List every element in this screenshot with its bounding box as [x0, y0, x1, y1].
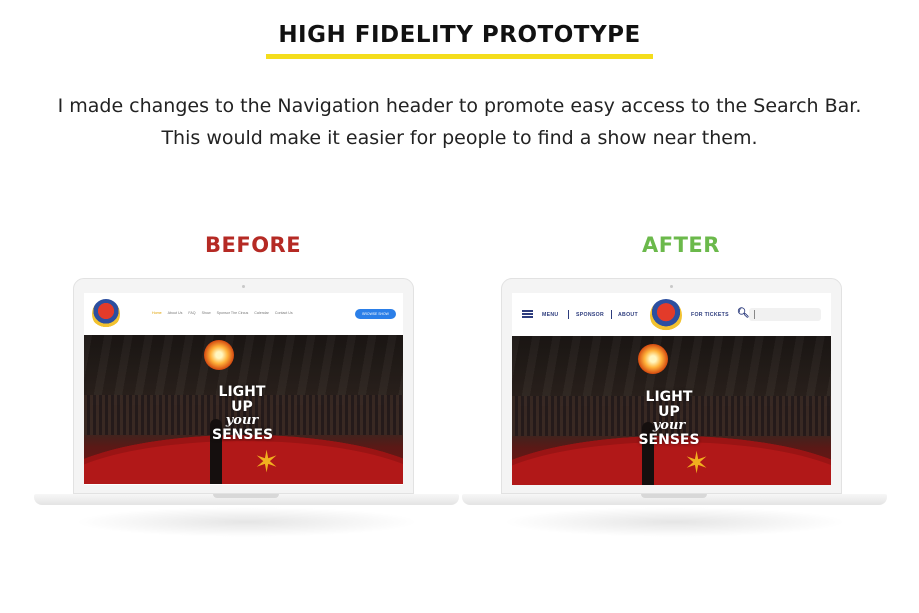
laptop-notch: [641, 494, 707, 498]
search-input[interactable]: [749, 308, 821, 321]
laptop-shadow: [74, 507, 419, 537]
circus-logo[interactable]: [650, 299, 682, 332]
hero-line-3: SENSES: [212, 427, 274, 444]
before-nav-links: Home About Us FAQ Show Sponsor The Circu…: [152, 311, 293, 315]
title-underline: [266, 54, 653, 59]
nav-for-tickets[interactable]: FOR TICKETS: [691, 312, 729, 318]
fire-torch: [204, 340, 234, 370]
circus-logo[interactable]: [92, 299, 120, 329]
nav-link-home[interactable]: Home: [152, 311, 162, 315]
nav-separator: [611, 310, 612, 319]
nav-menu[interactable]: MENU: [542, 312, 558, 318]
nav-link-calendar[interactable]: Calendar: [254, 311, 269, 315]
hero-line-3: SENSES: [638, 432, 700, 449]
nav-link-show[interactable]: Show: [202, 311, 211, 315]
nav-about[interactable]: ABOUT: [618, 312, 638, 318]
after-screen: MENU SPONSOR ABOUT FOR TICKETS 🔍︎ ✶ LIGH…: [512, 293, 831, 485]
nav-sponsor[interactable]: SPONSOR: [576, 312, 604, 318]
before-hero: ✶ LIGHT UP your SENSES: [84, 335, 403, 484]
after-hero: ✶ LIGHT UP your SENSES: [512, 336, 831, 485]
before-screen: Home About Us FAQ Show Sponsor The Circu…: [84, 293, 403, 485]
after-label: AFTER: [642, 233, 720, 257]
hero-tagline: LIGHT UP your SENSES: [638, 390, 700, 448]
description: I made changes to the Navigation header …: [57, 95, 862, 149]
ring-star: ✶: [684, 447, 710, 480]
laptop-lid: MENU SPONSOR ABOUT FOR TICKETS 🔍︎ ✶ LIGH…: [501, 278, 842, 494]
before-label: BEFORE: [205, 233, 302, 257]
hamburger-icon[interactable]: [522, 310, 533, 318]
laptop-lid: Home About Us FAQ Show Sponsor The Circu…: [73, 278, 414, 494]
hero-line-1: LIGHT UP: [645, 389, 693, 420]
ring-star: ✶: [254, 446, 280, 479]
after-navbar: MENU SPONSOR ABOUT FOR TICKETS 🔍︎: [512, 293, 831, 336]
before-navbar: Home About Us FAQ Show Sponsor The Circu…: [84, 293, 403, 335]
camera-dot: [670, 285, 673, 288]
before-laptop: Home About Us FAQ Show Sponsor The Circu…: [34, 278, 459, 540]
search-icon[interactable]: 🔍︎: [737, 308, 750, 319]
after-laptop: MENU SPONSOR ABOUT FOR TICKETS 🔍︎ ✶ LIGH…: [462, 278, 887, 540]
laptop-base: [462, 494, 887, 505]
nav-separator: [568, 310, 569, 319]
camera-dot: [242, 285, 245, 288]
text-cursor: [754, 310, 755, 319]
title-container: HIGH FIDELITY PROTOTYPE: [0, 22, 919, 48]
nav-link-about[interactable]: About Us: [168, 311, 183, 315]
nav-link-contact[interactable]: Contact Us: [275, 311, 293, 315]
nav-link-sponsor[interactable]: Sponsor The Circus: [217, 311, 249, 315]
hero-line-2: your: [652, 418, 686, 434]
laptop-notch: [213, 494, 279, 498]
page-title: HIGH FIDELITY PROTOTYPE: [278, 22, 641, 48]
fire-torch: [638, 344, 668, 374]
nav-link-faq[interactable]: FAQ: [188, 311, 195, 315]
browse-show-button[interactable]: BROWSE SHOW: [355, 309, 396, 319]
laptop-shadow: [502, 507, 847, 537]
hero-line-2: your: [225, 413, 259, 429]
laptop-base: [34, 494, 459, 505]
hero-tagline: LIGHT UP your SENSES: [212, 384, 274, 444]
hero-line-1: LIGHT UP: [218, 384, 266, 415]
